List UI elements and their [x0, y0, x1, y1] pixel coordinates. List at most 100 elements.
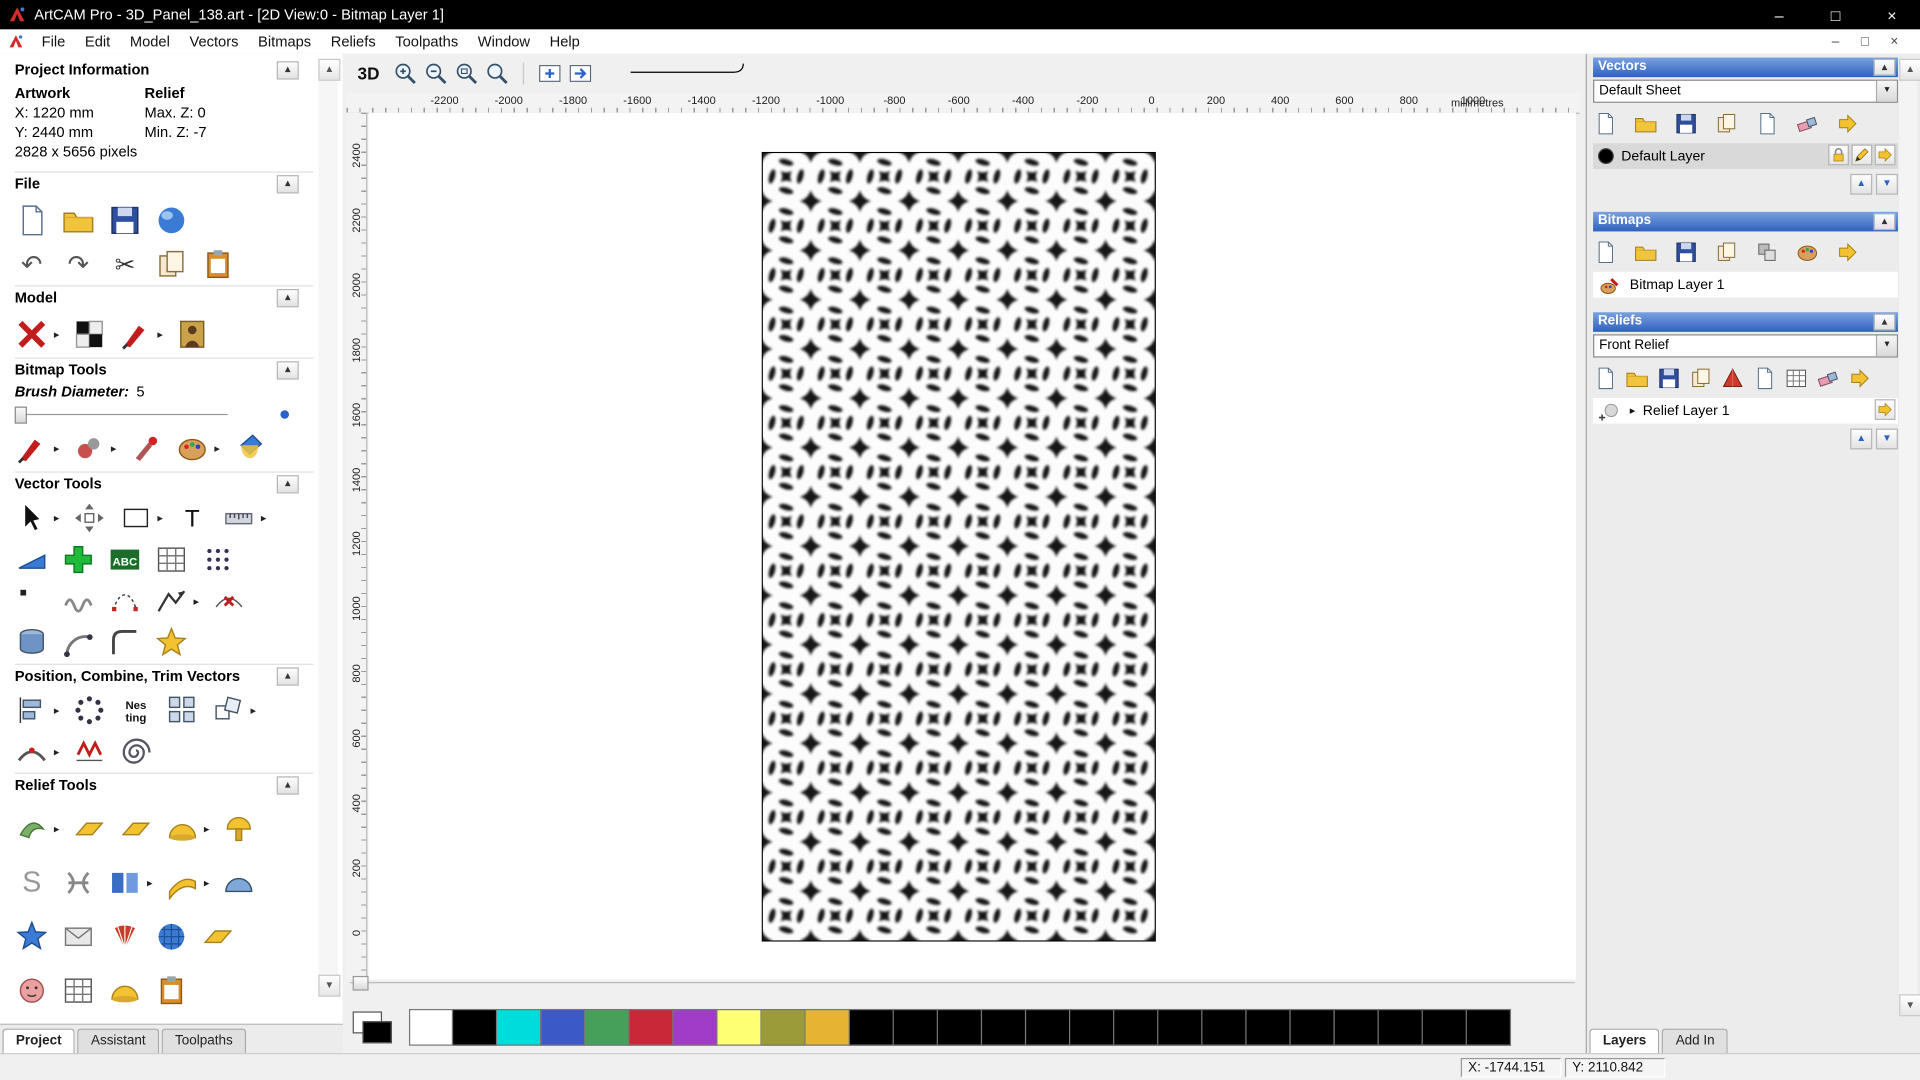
menu-file[interactable]: File: [32, 33, 75, 50]
layer-merge-icon[interactable]: [1875, 399, 1896, 420]
tab-toolpaths[interactable]: Toolpaths: [162, 1029, 247, 1053]
join-vectors-icon[interactable]: [15, 735, 49, 769]
dome-relief-icon[interactable]: [108, 973, 142, 1007]
copy-icon[interactable]: [154, 247, 188, 281]
revolve-vector-icon[interactable]: [15, 626, 49, 660]
flyout-arrow-icon[interactable]: ▸: [54, 703, 60, 716]
set-model-size-icon[interactable]: [15, 317, 49, 351]
merge-vector-layers-icon[interactable]: [1836, 111, 1860, 135]
flyout-arrow-icon[interactable]: ▸: [54, 441, 60, 454]
open-relief-layer-icon[interactable]: [1625, 366, 1649, 390]
tab-layers[interactable]: Layers: [1589, 1029, 1659, 1053]
colour-swatch-1[interactable]: [453, 1009, 497, 1046]
flyout-arrow-icon[interactable]: ▸: [214, 441, 220, 454]
tab-project[interactable]: Project: [2, 1029, 75, 1053]
relief-selector[interactable]: Front Relief▼: [1593, 334, 1898, 357]
copy-relief-layer-icon[interactable]: [1689, 366, 1713, 390]
zoom-previous-icon[interactable]: [567, 60, 594, 87]
relief-grid-icon[interactable]: [1784, 366, 1808, 390]
rectangle-tool-icon[interactable]: [118, 501, 152, 535]
colour-swatch-8[interactable]: [762, 1009, 806, 1046]
nesting-icon[interactable]: Nesting: [118, 693, 152, 727]
new-relief-layer-icon[interactable]: [1593, 366, 1617, 390]
relief-pyramid-icon[interactable]: [1720, 366, 1744, 390]
paste-relief-icon[interactable]: [154, 973, 188, 1007]
scroll-down-icon[interactable]: ▼: [318, 975, 340, 997]
menu-vectors[interactable]: Vectors: [180, 33, 249, 50]
menu-window[interactable]: Window: [468, 33, 540, 50]
flyout-arrow-icon[interactable]: ▸: [54, 745, 60, 758]
colour-swatch-4[interactable]: [585, 1009, 629, 1046]
colour-swatch-15[interactable]: [1070, 1009, 1114, 1046]
mdi-close-button[interactable]: ×: [1886, 34, 1903, 49]
brush-diameter-slider[interactable]: [15, 405, 289, 422]
collapse-button[interactable]: ▴: [277, 667, 299, 685]
tab-assistant[interactable]: Assistant: [78, 1029, 160, 1053]
bezier-curve-icon[interactable]: [108, 584, 142, 618]
zoom-object-icon[interactable]: [536, 60, 563, 87]
layer-merge-icon[interactable]: [1875, 144, 1896, 165]
import-model-icon[interactable]: [154, 203, 188, 237]
open-vector-layer-icon[interactable]: [1633, 111, 1657, 135]
zoom-in-icon[interactable]: [392, 60, 419, 87]
colour-swatch-18[interactable]: [1202, 1009, 1246, 1046]
minimize-button[interactable]: –: [1751, 0, 1807, 29]
collapse-button[interactable]: ▴: [1873, 59, 1895, 76]
measure-tool-icon[interactable]: [222, 501, 256, 535]
menu-help[interactable]: Help: [540, 33, 590, 50]
align-vectors-icon[interactable]: [15, 693, 49, 727]
clipart-library-icon[interactable]: [108, 866, 142, 900]
fit-to-grid-icon[interactable]: [154, 542, 188, 576]
angled-plane-icon[interactable]: [118, 812, 152, 846]
fillet-tool-icon[interactable]: [108, 626, 142, 660]
flyout-arrow-icon[interactable]: ▸: [157, 511, 163, 524]
colour-swatch-14[interactable]: [1026, 1009, 1070, 1046]
zoom-window-icon[interactable]: [453, 60, 480, 87]
text-tool-icon[interactable]: T: [175, 501, 209, 535]
menu-toolpaths[interactable]: Toolpaths: [385, 33, 468, 50]
relief-sheet-icon[interactable]: [1752, 366, 1776, 390]
star-relief-icon[interactable]: [15, 920, 49, 954]
smooth-relief-icon[interactable]: [72, 812, 106, 846]
spin-tool-icon[interactable]: [222, 812, 256, 846]
mdi-restore-button[interactable]: □: [1856, 34, 1873, 49]
colour-picker-icon[interactable]: [129, 431, 163, 465]
flood-fill-icon[interactable]: [232, 431, 266, 465]
dropdown-arrow-icon[interactable]: ▼: [1876, 336, 1897, 357]
undo-icon[interactable]: ↶: [15, 247, 49, 281]
relief-paint-icon[interactable]: [118, 317, 152, 351]
layer-colour-swatch[interactable]: [1598, 148, 1614, 164]
import-vectors-icon[interactable]: [1714, 111, 1738, 135]
collapse-button[interactable]: ▴: [277, 175, 299, 193]
flyout-arrow-icon[interactable]: ▸: [54, 511, 60, 524]
colour-swatch-6[interactable]: [673, 1009, 717, 1046]
block-paste-icon[interactable]: [61, 542, 95, 576]
flyout-arrow-icon[interactable]: ▸: [250, 703, 256, 716]
copy-bitmap-layer-icon[interactable]: [1714, 240, 1738, 264]
slider-handle[interactable]: [15, 407, 27, 424]
flyout-arrow-icon[interactable]: ▸: [261, 511, 267, 524]
colour-swatch-12[interactable]: [938, 1009, 982, 1046]
flyout-arrow-icon[interactable]: ▸: [147, 876, 153, 889]
paste-icon[interactable]: [201, 247, 235, 281]
expander-icon[interactable]: ▸: [1630, 404, 1636, 417]
paint-icon[interactable]: [15, 431, 49, 465]
weave-wizard-icon[interactable]: [61, 866, 95, 900]
colour-swatch-2[interactable]: [497, 1009, 541, 1046]
texture-dome-icon[interactable]: [222, 866, 256, 900]
shape-editor-icon[interactable]: [15, 812, 49, 846]
colour-swatch-22[interactable]: [1379, 1009, 1423, 1046]
merge-relief-layers-icon[interactable]: [1848, 366, 1872, 390]
flyout-arrow-icon[interactable]: ▸: [54, 328, 60, 341]
texture-sphere-icon[interactable]: [154, 920, 188, 954]
close-button[interactable]: ×: [1864, 0, 1920, 29]
new-model-icon[interactable]: [15, 203, 49, 237]
save-vector-layer-icon[interactable]: [1674, 111, 1698, 135]
mesh-relief-icon[interactable]: [61, 973, 95, 1007]
create-polyline-icon[interactable]: [154, 584, 188, 618]
delete-relief-layer-icon[interactable]: [1816, 366, 1840, 390]
scroll-up-icon[interactable]: ▲: [318, 59, 340, 81]
colour-swatch-9[interactable]: [806, 1009, 850, 1046]
redo-icon[interactable]: ↷: [61, 247, 95, 281]
sculpt-icon[interactable]: S: [15, 866, 49, 900]
